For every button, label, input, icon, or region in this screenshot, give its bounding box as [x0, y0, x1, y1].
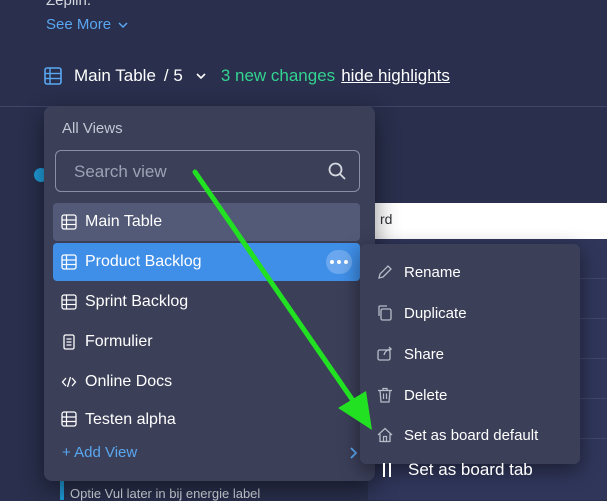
pencil-icon [378, 265, 392, 279]
menu-item-set-tab[interactable]: Set as board tab [380, 460, 533, 480]
see-more-label: See More [46, 16, 112, 33]
view-item-label: Sprint Backlog [85, 293, 189, 310]
trash-icon [378, 387, 392, 403]
view-item-main-table[interactable]: Main Table [53, 203, 360, 241]
more-options-button[interactable] [326, 250, 352, 274]
menu-item-rename[interactable]: Rename [376, 257, 461, 287]
duplicate-icon [378, 305, 392, 321]
menu-item-duplicate[interactable]: Duplicate [376, 298, 467, 328]
chevron-down-icon[interactable] [195, 70, 207, 82]
menu-item-label: Delete [404, 386, 448, 404]
view-item-label: Online Docs [85, 373, 173, 390]
group-color-bar [60, 478, 64, 500]
menu-item-delete[interactable]: Delete [376, 380, 447, 410]
table-icon [61, 294, 77, 310]
view-item-label: Product Backlog [85, 253, 202, 270]
search-view-input[interactable]: Search view [55, 150, 360, 192]
menu-item-label: Set as board default [404, 426, 539, 444]
view-count: / 5 [163, 66, 183, 85]
view-item-sprint-backlog[interactable]: Sprint Backlog [53, 283, 360, 321]
view-item-label: Main Table [85, 213, 163, 230]
view-item-label: Formulier [85, 333, 153, 350]
code-icon [61, 376, 77, 388]
search-icon [328, 162, 346, 180]
description-text: Zeplin. [46, 0, 92, 9]
menu-item-label: Rename [404, 263, 461, 281]
table-icon [61, 254, 77, 270]
hide-highlights-link[interactable]: hide highlights [341, 66, 450, 86]
view-item-testen-alpha[interactable]: Testen alpha [53, 403, 360, 429]
add-view-button[interactable]: + Add View [62, 444, 137, 461]
view-item-product-backlog[interactable]: Product Backlog [53, 243, 360, 281]
search-placeholder: Search view [74, 162, 167, 181]
home-icon [377, 427, 393, 443]
chevron-right-icon[interactable] [348, 446, 360, 460]
menu-item-label: Set as board tab [408, 460, 533, 479]
column-header-label: rd [380, 211, 393, 227]
menu-item-label: Share [404, 345, 445, 363]
view-item-formulier[interactable]: Formulier [53, 323, 360, 361]
menu-item-share[interactable]: Share [376, 339, 444, 369]
table-row[interactable]: Optie Vul later in bij energie label [70, 486, 260, 501]
view-bar: Main Table / 5 3 new changes hide highli… [44, 64, 450, 88]
chevron-down-icon [118, 22, 128, 29]
table-title[interactable]: Main Table [74, 66, 156, 86]
view-item-label: Testen alpha [85, 411, 176, 428]
table-icon [61, 214, 77, 230]
view-item-online-docs[interactable]: Online Docs [53, 363, 360, 401]
pause-icon [383, 463, 391, 477]
table-icon [61, 411, 77, 427]
share-icon [377, 346, 393, 361]
menu-item-label: Duplicate [404, 304, 467, 322]
menu-item-set-default[interactable]: Set as board default [376, 420, 538, 450]
form-icon [63, 334, 75, 350]
board-column-header: rd [368, 203, 607, 239]
changes-text: 3 new changes [220, 66, 336, 85]
table-icon [44, 67, 62, 85]
dropdown-heading: All Views [62, 120, 123, 137]
see-more-link[interactable]: See More [46, 16, 128, 33]
